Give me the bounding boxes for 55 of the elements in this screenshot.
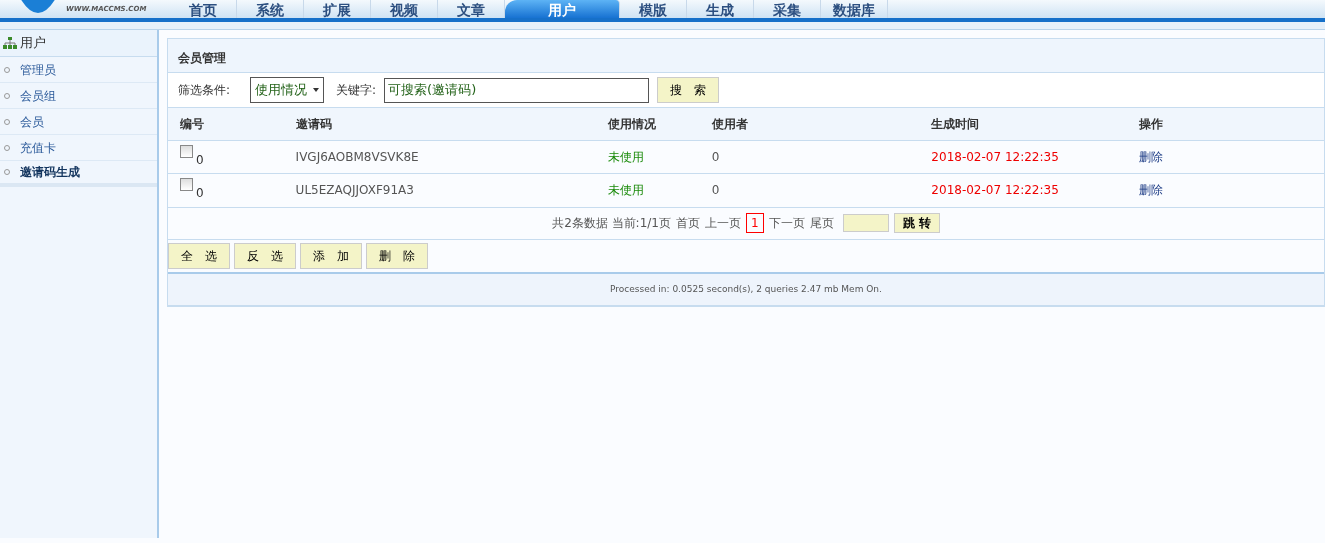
last-page-link[interactable]: 尾页 <box>809 214 834 232</box>
sidebar-item[interactable]: 管理员 <box>20 60 56 79</box>
nav-tab[interactable]: 视频 <box>371 0 438 18</box>
column-header: 编号 <box>168 107 284 141</box>
sidebar-item[interactable]: 会员 <box>20 112 44 131</box>
sitemap-icon <box>3 37 17 49</box>
pager-summary: 共2条数据 当前:1/1页 <box>552 215 671 232</box>
action-button[interactable]: 反 选 <box>234 242 296 269</box>
nav-tab[interactable]: 模版 <box>620 0 687 18</box>
row-number: 0 <box>196 186 204 201</box>
search-button[interactable]: 搜 索 <box>657 77 720 103</box>
column-header: 生成时间 <box>919 107 1128 141</box>
checkbox[interactable] <box>180 145 193 158</box>
delete-link[interactable]: 删除 <box>1139 183 1164 198</box>
sidebar-item[interactable]: 邀请码生成 <box>20 163 80 181</box>
checkbox[interactable] <box>180 178 193 192</box>
sidebar-item[interactable]: 会员组 <box>20 86 56 105</box>
column-header: 使用情况 <box>595 107 700 141</box>
table-cell: 2018-02-07 12:22:35 <box>931 183 1059 198</box>
action-button[interactable]: 删 除 <box>366 242 428 269</box>
column-header: 邀请码 <box>283 107 596 141</box>
delete-link[interactable]: 删除 <box>1139 150 1164 164</box>
panel-title: 会员管理 <box>168 39 1324 73</box>
row-number: 0 <box>196 153 204 167</box>
keyword-field[interactable]: 可搜索(邀请码) <box>384 77 650 103</box>
table-cell: 2018-02-07 12:22:35 <box>931 150 1059 164</box>
nav-tab[interactable]: 采集 <box>754 0 821 18</box>
first-page-link[interactable]: 首页 <box>676 214 700 232</box>
sidebar-title: 用户 <box>20 34 46 53</box>
footer-text: Processed in: 0.0525 second(s), 2 queries 2.47 mb Mem On. <box>168 273 1324 306</box>
table-cell: 0 <box>711 150 720 164</box>
action-button[interactable]: 添 加 <box>300 242 362 269</box>
table-cell: 未使用 <box>607 150 644 164</box>
table-cell: IVGJ6AOBM8VSVK8E <box>295 150 419 164</box>
nav-tab[interactable]: 首页 <box>170 0 237 18</box>
column-header: 使用者 <box>699 107 920 141</box>
nav-tab[interactable]: 生成 <box>687 0 754 18</box>
next-page-link[interactable]: 下一页 <box>768 214 805 232</box>
nav-tab[interactable]: 扩展 <box>304 0 371 18</box>
filter-dropdown[interactable]: 使用情况 <box>250 77 325 103</box>
go-button[interactable]: 跳 转 <box>893 213 940 233</box>
prev-page-link[interactable]: 上一页 <box>705 214 741 232</box>
filter-label: 筛选条件: <box>178 82 231 99</box>
current-page[interactable]: 1 <box>746 213 764 233</box>
page-field[interactable] <box>842 214 889 232</box>
nav-tab[interactable]: 数据库 <box>821 0 888 18</box>
table-cell: UL5EZAQJJOXF91A3 <box>295 183 414 198</box>
table-cell: 0 <box>711 183 720 198</box>
action-button[interactable]: 全 选 <box>168 242 230 269</box>
table-cell: 未使用 <box>607 183 644 198</box>
nav-tab[interactable]: 系统 <box>237 0 304 18</box>
sidebar-item[interactable]: 充值卡 <box>20 138 56 157</box>
keyword-label: 关键字: <box>336 82 377 99</box>
column-header: 操作 <box>1127 107 1324 141</box>
caret-icon <box>313 88 320 92</box>
